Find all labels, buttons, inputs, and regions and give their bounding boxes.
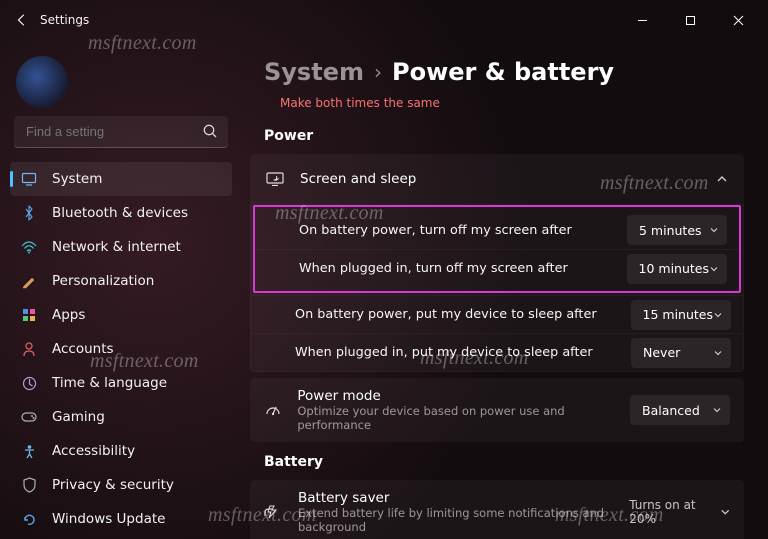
power-mode-subtitle: Optimize your device based on power use … [297,404,630,432]
nav-item-privacy[interactable]: Privacy & security [10,468,232,502]
back-button[interactable] [8,6,36,34]
accessibility-icon [20,442,38,460]
screen-and-sleep-expander: Screen and sleep On battery power, turn … [250,154,744,372]
nav-label: Privacy & security [52,477,174,493]
power-heading: Power [264,128,744,144]
battery-saver-icon [264,503,282,521]
nav-item-time-language[interactable]: Time & language [10,366,232,400]
battery-saver-title: Battery saver [298,490,629,506]
apps-icon [20,306,38,324]
screen-off-plugged-row: When plugged in, turn off my screen afte… [255,249,739,287]
time-language-icon [20,374,38,392]
row-label: On battery power, put my device to sleep… [295,307,631,322]
windows-update-icon [20,510,38,528]
screen-sleep-icon [266,170,284,188]
maximize-button[interactable] [668,5,712,35]
select-value: 10 minutes [639,261,709,276]
nav-item-network[interactable]: Network & internet [10,230,232,264]
screen-and-sleep-header[interactable]: Screen and sleep [250,154,744,204]
row-label: When plugged in, put my device to sleep … [295,345,631,360]
nav-label: Windows Update [52,511,165,527]
network-icon [20,238,38,256]
partial-option-text: Make both times the same [280,96,744,110]
nav-item-accounts[interactable]: Accounts [10,332,232,366]
nav-label: Bluetooth & devices [52,205,188,221]
nav-label: Accessibility [52,443,135,459]
bluetooth-icon [20,204,38,222]
battery-heading: Battery [264,454,744,470]
power-mode-icon [264,401,281,419]
nav-item-bluetooth[interactable]: Bluetooth & devices [10,196,232,230]
chevron-down-icon [709,225,719,235]
nav-item-system[interactable]: System [10,162,232,196]
nav-label: System [52,171,102,187]
select-value: Balanced [642,403,712,418]
window-controls [620,5,760,35]
breadcrumb-current: Power & battery [392,58,614,86]
chevron-down-icon [709,264,719,274]
nav-label: Time & language [52,375,167,391]
battery-saver-card[interactable]: Battery saver Extend battery life by lim… [250,480,744,539]
nav-label: Accounts [52,341,114,357]
search-icon [202,123,218,139]
power-mode-card[interactable]: Power mode Optimize your device based on… [250,378,744,442]
close-button[interactable] [716,5,760,35]
battery-saver-status: Turns on at 20% [629,498,713,526]
screen-off-battery-select[interactable]: 5 minutes [627,215,727,245]
screen-and-sleep-label: Screen and sleep [300,171,416,187]
power-mode-title: Power mode [297,388,630,404]
row-label: When plugged in, turn off my screen afte… [299,261,627,276]
battery-saver-texts: Battery saver Extend battery life by lim… [298,490,629,534]
nav-item-gaming[interactable]: Gaming [10,400,232,434]
search-box[interactable] [14,116,228,148]
breadcrumb-separator: › [374,60,382,84]
search-input[interactable] [14,116,228,148]
sleep-plugged-select[interactable]: Never [631,338,731,368]
nav-item-accessibility[interactable]: Accessibility [10,434,232,468]
select-value: Never [643,345,713,360]
battery-saver-subtitle: Extend battery life by limiting some not… [298,506,629,534]
chevron-down-icon [713,310,723,320]
nav-item-apps[interactable]: Apps [10,298,232,332]
chevron-down-icon [720,506,730,518]
chevron-down-icon [713,348,723,358]
power-mode-texts: Power mode Optimize your device based on… [297,388,630,432]
select-value: 5 minutes [639,223,709,238]
sidebar: System Bluetooth & devices Network & int… [0,40,240,539]
row-label: On battery power, turn off my screen aft… [299,223,627,238]
screen-off-battery-row: On battery power, turn off my screen aft… [255,211,739,249]
accounts-icon [20,340,38,358]
highlight-box: On battery power, turn off my screen aft… [253,205,741,293]
chevron-up-icon [716,173,728,185]
breadcrumb: System › Power & battery [264,58,744,86]
nav-label: Gaming [52,409,105,425]
user-avatar[interactable] [16,56,68,108]
system-icon [20,170,38,188]
power-mode-select[interactable]: Balanced [630,395,730,425]
nav-item-windows-update[interactable]: Windows Update [10,502,232,536]
chevron-down-icon [712,405,722,415]
breadcrumb-parent[interactable]: System [264,58,364,86]
titlebar: Settings [0,0,768,40]
sleep-battery-select[interactable]: 15 minutes [631,300,731,330]
settings-window: msftnext.com msftnext.com msftnext.com m… [0,0,768,539]
nav-label: Apps [52,307,85,323]
nav-label: Personalization [52,273,154,289]
minimize-button[interactable] [620,5,664,35]
main-content: System › Power & battery Make both times… [240,40,768,539]
gaming-icon [20,408,38,426]
sleep-plugged-row: When plugged in, put my device to sleep … [251,333,743,371]
privacy-icon [20,476,38,494]
personalization-icon [20,272,38,290]
screen-off-plugged-select[interactable]: 10 minutes [627,254,727,284]
nav-item-personalization[interactable]: Personalization [10,264,232,298]
sleep-battery-row: On battery power, put my device to sleep… [251,295,743,333]
screen-and-sleep-body: On battery power, turn off my screen aft… [250,204,744,372]
app-title: Settings [40,13,89,27]
nav: System Bluetooth & devices Network & int… [10,162,232,536]
select-value: 15 minutes [643,307,713,322]
nav-label: Network & internet [52,239,181,255]
